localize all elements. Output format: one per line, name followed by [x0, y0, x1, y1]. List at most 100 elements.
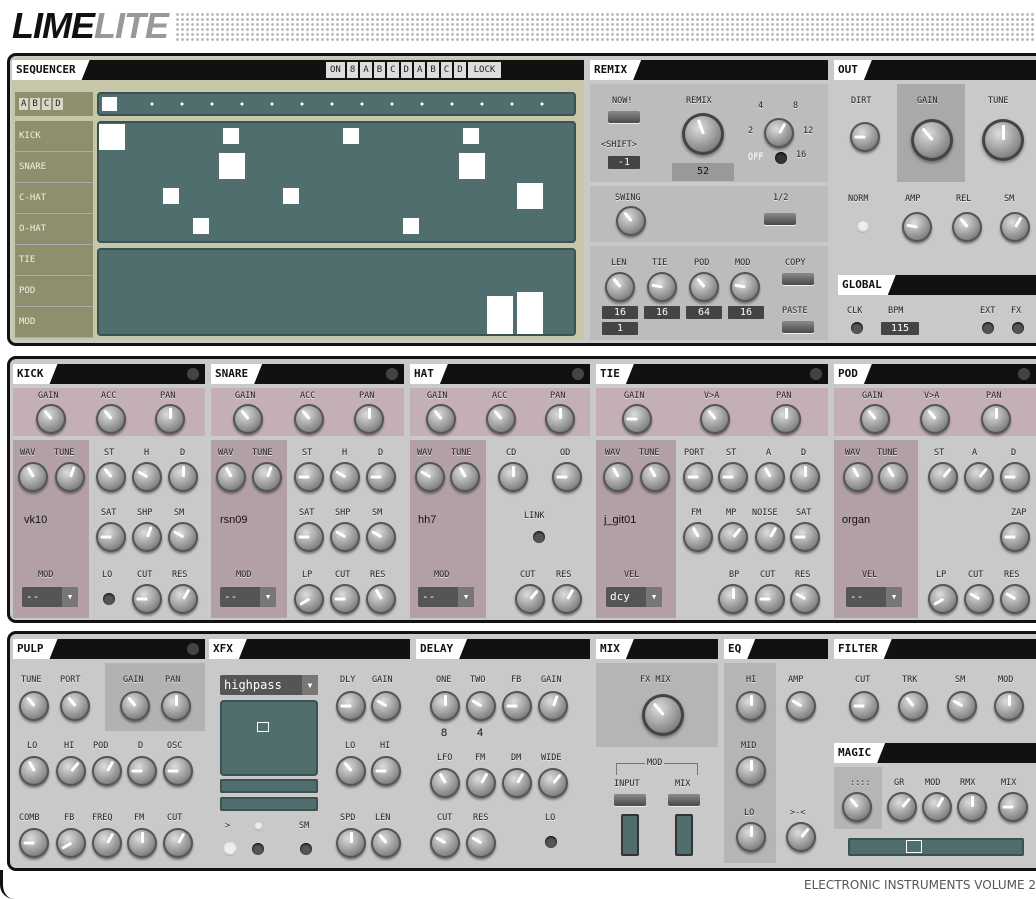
kick-tune-knob[interactable] [55, 462, 85, 492]
snare-tune-knob[interactable] [252, 462, 282, 492]
xfx-slider-2[interactable] [220, 797, 318, 811]
len-value-2[interactable]: 1 [602, 322, 638, 335]
kick-led[interactable] [187, 368, 199, 380]
mod-step-bar[interactable] [517, 292, 543, 334]
mix-mix-button[interactable] [668, 794, 700, 806]
amp-knob[interactable] [902, 212, 932, 242]
snare-gain-knob[interactable] [233, 404, 263, 434]
now-button[interactable] [608, 111, 640, 123]
snare-sat-knob[interactable] [294, 522, 324, 552]
snare-lp-knob[interactable] [294, 584, 324, 614]
pod-vta-knob[interactable] [920, 404, 950, 434]
seq-btn-b[interactable]: B [373, 62, 386, 78]
pod-d-knob[interactable] [1000, 462, 1030, 492]
step-cell[interactable] [223, 128, 239, 144]
tie-wav-knob[interactable] [603, 462, 633, 492]
delay-fb-knob[interactable] [502, 691, 532, 721]
hat-cut-knob[interactable] [515, 584, 545, 614]
eq-lo-knob[interactable] [736, 822, 766, 852]
snare-pan-knob[interactable] [354, 404, 384, 434]
snare-shp-knob[interactable] [330, 522, 360, 552]
pod-pan-knob[interactable] [981, 404, 1011, 434]
seq-btn-d[interactable]: D [400, 62, 412, 78]
pod-cut-knob[interactable] [964, 584, 994, 614]
pulp-port-knob[interactable] [60, 691, 90, 721]
snare-st-knob[interactable] [294, 462, 324, 492]
step-cell[interactable] [403, 218, 419, 234]
mod-step-bar[interactable] [487, 296, 513, 334]
kick-cut-knob[interactable] [132, 584, 162, 614]
pattern-b[interactable]: B [30, 98, 40, 110]
kick-gain-knob[interactable] [36, 404, 66, 434]
pulp-d-knob[interactable] [127, 756, 157, 786]
xfx-len-knob[interactable] [371, 828, 401, 858]
hat-res-knob[interactable] [552, 584, 582, 614]
snare-wav-knob[interactable] [216, 462, 246, 492]
seq-btn-a2[interactable]: A [413, 62, 426, 78]
delay-gain-knob[interactable] [538, 691, 568, 721]
hat-od-knob[interactable] [552, 462, 582, 492]
seq-btn-8[interactable]: 8 [346, 62, 359, 78]
copy-button[interactable] [782, 273, 814, 285]
seq-btn-b2[interactable]: B [427, 62, 439, 78]
remix-knob[interactable] [682, 113, 724, 155]
snare-acc-knob[interactable] [294, 404, 324, 434]
mod-value[interactable]: 16 [728, 306, 764, 319]
delay-lo-led[interactable] [545, 836, 557, 848]
drum-step-grid[interactable] [97, 121, 576, 243]
step-cell[interactable] [463, 128, 479, 144]
eq-hi-knob[interactable] [736, 691, 766, 721]
tie-d-knob[interactable] [790, 462, 820, 492]
tie-vel-dropdown[interactable]: dcy [606, 587, 662, 607]
filter-sm-knob[interactable] [947, 691, 977, 721]
xfx-dly-knob[interactable] [336, 691, 366, 721]
pulp-gain-knob[interactable] [120, 691, 150, 721]
step-cell[interactable] [459, 153, 485, 179]
tie-value[interactable]: 16 [644, 306, 680, 319]
kick-shp-knob[interactable] [132, 522, 162, 552]
half-button[interactable] [764, 213, 796, 225]
xfx-slider-1[interactable] [220, 779, 318, 793]
swing-knob[interactable] [616, 206, 646, 236]
dirt-knob[interactable] [850, 122, 880, 152]
pod-st-knob[interactable] [928, 462, 958, 492]
filter-trk-knob[interactable] [898, 691, 928, 721]
step-cell[interactable] [99, 124, 125, 150]
step-cell[interactable] [219, 153, 245, 179]
out-sm-knob[interactable] [1000, 212, 1030, 242]
steps-knob[interactable] [764, 118, 794, 148]
hat-acc-knob[interactable] [486, 404, 516, 434]
hat-mod-dropdown[interactable]: -- [418, 587, 474, 607]
kick-d-knob[interactable] [168, 462, 198, 492]
pod-res-knob[interactable] [1000, 584, 1030, 614]
tie-tune-knob[interactable] [640, 462, 670, 492]
hat-tune-knob[interactable] [450, 462, 480, 492]
magic-gr-knob[interactable] [887, 792, 917, 822]
tie-pan-knob[interactable] [771, 404, 801, 434]
eq-width-knob[interactable] [786, 822, 816, 852]
hat-led[interactable] [572, 368, 584, 380]
mod-step-grid[interactable] [97, 248, 576, 336]
tie-port-knob[interactable] [683, 462, 713, 492]
seq-btn-c2[interactable]: C [440, 62, 453, 78]
pulp-pod-knob[interactable] [92, 756, 122, 786]
magic-mix-knob[interactable] [998, 792, 1028, 822]
seq-btn-on[interactable]: ON [326, 62, 345, 78]
tie-mp-knob[interactable] [718, 522, 748, 552]
xfx-xy-pad[interactable] [220, 700, 318, 776]
tie-led[interactable] [810, 368, 822, 380]
pulp-pan-knob[interactable] [161, 691, 191, 721]
snare-h-knob[interactable] [330, 462, 360, 492]
pattern-d[interactable]: D [53, 98, 63, 110]
filter-mod-knob[interactable] [994, 691, 1024, 721]
eq-amp-knob[interactable] [786, 691, 816, 721]
snare-mod-dropdown[interactable]: -- [220, 587, 276, 607]
pod-a-knob[interactable] [964, 462, 994, 492]
mix-input-button[interactable] [614, 794, 646, 806]
pulp-osc-knob[interactable] [163, 756, 193, 786]
snare-led[interactable] [386, 368, 398, 380]
paste-button[interactable] [782, 321, 814, 333]
pulp-fm-knob[interactable] [127, 828, 157, 858]
kick-sat-knob[interactable] [96, 522, 126, 552]
pod-value[interactable]: 64 [686, 306, 722, 319]
